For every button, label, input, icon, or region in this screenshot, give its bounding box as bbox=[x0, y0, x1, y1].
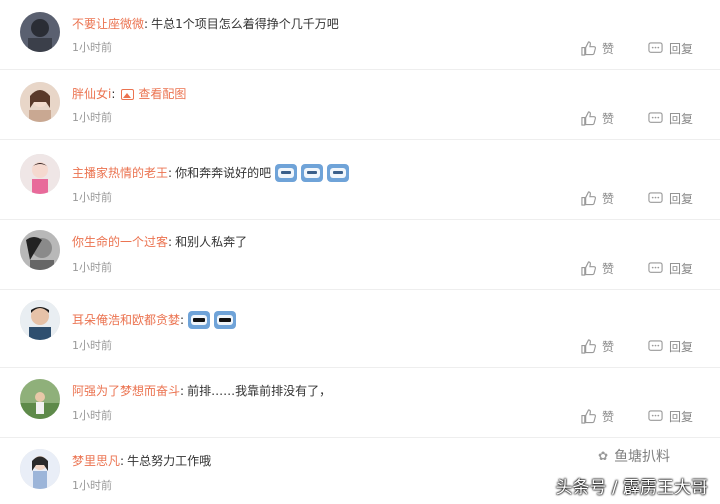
comment-item: 主播家热情的老王 : 你和奔奔说好的吧 1小时前 赞 回复 bbox=[0, 140, 720, 220]
view-image-link[interactable]: 查看配图 bbox=[121, 85, 186, 103]
like-button[interactable]: 赞 bbox=[581, 190, 614, 206]
separator: : bbox=[120, 454, 125, 468]
comment-icon bbox=[648, 261, 663, 273]
reply-button[interactable]: 回复 bbox=[648, 260, 693, 276]
reply-label: 回复 bbox=[669, 261, 694, 276]
comment-item: 不要让座微微 : 牛总1个项目怎么着得挣个几千万吧 1小时前 赞 回复 bbox=[0, 0, 720, 70]
timestamp: 1小时前 bbox=[72, 339, 112, 352]
username[interactable]: 耳朵俺浩和欧都贪婪 bbox=[72, 311, 180, 329]
watermark-caption: 头条号 / 霹雳王大哥 bbox=[555, 478, 708, 498]
comment-icon bbox=[648, 339, 663, 351]
watermark-logo-text: 鱼塘扒料 bbox=[614, 449, 671, 465]
timestamp: 1小时前 bbox=[72, 191, 112, 204]
reply-button[interactable]: 回复 bbox=[648, 408, 693, 424]
separator: : bbox=[144, 17, 149, 31]
comment-icon bbox=[648, 111, 663, 123]
avatar[interactable] bbox=[20, 230, 60, 270]
avatar[interactable] bbox=[20, 12, 60, 52]
like-button[interactable]: 赞 bbox=[581, 408, 614, 424]
reply-label: 回复 bbox=[669, 41, 694, 56]
view-image-label: 查看配图 bbox=[138, 87, 187, 101]
comment-text: 牛总1个项目怎么着得挣个几千万吧 bbox=[151, 17, 339, 31]
emoji-sticker bbox=[188, 311, 211, 329]
emoji-sticker bbox=[275, 164, 298, 182]
separator: : bbox=[111, 87, 116, 101]
like-label: 赞 bbox=[602, 191, 615, 206]
thumbs-up-icon bbox=[581, 408, 596, 424]
like-label: 赞 bbox=[602, 339, 615, 354]
thumbs-up-icon bbox=[581, 260, 596, 276]
comment-item: 胖仙女i : 查看配图 1小时前 赞 回复 bbox=[0, 70, 720, 140]
separator: : bbox=[180, 384, 185, 398]
separator: : bbox=[168, 235, 173, 249]
like-label: 赞 bbox=[602, 409, 615, 424]
comment-text: 和别人私奔了 bbox=[175, 235, 248, 249]
comment-icon bbox=[648, 41, 663, 53]
username[interactable]: 主播家热情的老王 bbox=[72, 164, 168, 182]
avatar[interactable] bbox=[20, 154, 60, 194]
comment-line: 梦里思凡 : 牛总努力工作哦 bbox=[72, 452, 211, 470]
watermark-logo: ✿ 鱼塘扒料 bbox=[598, 446, 670, 466]
reply-label: 回复 bbox=[669, 191, 694, 206]
like-button[interactable]: 赞 bbox=[581, 110, 614, 126]
comment-icon bbox=[648, 409, 663, 421]
username[interactable]: 梦里思凡 bbox=[72, 452, 120, 470]
reply-button[interactable]: 回复 bbox=[648, 190, 693, 206]
timestamp: 1小时前 bbox=[72, 111, 112, 124]
avatar[interactable] bbox=[20, 82, 60, 122]
like-label: 赞 bbox=[602, 111, 615, 126]
emoji-sticker bbox=[301, 164, 324, 182]
comment-item: 阿强为了梦想而奋斗 : 前排……我靠前排没有了， 1小时前 赞 回复 bbox=[0, 368, 720, 438]
comment-item: 你生命的一个过客 : 和别人私奔了 1小时前 赞 回复 bbox=[0, 220, 720, 290]
avatar[interactable] bbox=[20, 449, 60, 489]
thumbs-up-icon bbox=[581, 110, 596, 126]
username[interactable]: 胖仙女i bbox=[72, 85, 111, 103]
like-button[interactable]: 赞 bbox=[581, 40, 614, 56]
comment-line: 胖仙女i : 查看配图 bbox=[72, 85, 186, 103]
comment-item: 耳朵俺浩和欧都贪婪 : 1小时前 赞 回复 bbox=[0, 290, 720, 368]
timestamp: 1小时前 bbox=[72, 409, 112, 422]
comment-line: 主播家热情的老王 : 你和奔奔说好的吧 bbox=[72, 164, 350, 182]
separator: : bbox=[168, 166, 173, 180]
thumbs-up-icon bbox=[581, 190, 596, 206]
timestamp: 1小时前 bbox=[72, 41, 112, 54]
username[interactable]: 你生命的一个过客 bbox=[72, 233, 168, 251]
like-label: 赞 bbox=[602, 41, 615, 56]
avatar[interactable] bbox=[20, 300, 60, 340]
reply-button[interactable]: 回复 bbox=[648, 110, 693, 126]
username[interactable]: 不要让座微微 bbox=[72, 15, 144, 33]
emoji-sticker bbox=[214, 311, 237, 329]
timestamp: 1小时前 bbox=[72, 479, 112, 492]
username[interactable]: 阿强为了梦想而奋斗 bbox=[72, 382, 180, 400]
thumbs-up-icon bbox=[581, 40, 596, 56]
comment-text: 你和奔奔说好的吧 bbox=[175, 166, 272, 180]
like-button[interactable]: 赞 bbox=[581, 338, 614, 354]
thumbs-up-icon bbox=[581, 338, 596, 354]
reply-label: 回复 bbox=[669, 339, 694, 354]
like-button[interactable]: 赞 bbox=[581, 260, 614, 276]
comment-line: 你生命的一个过客 : 和别人私奔了 bbox=[72, 233, 247, 251]
comment-icon bbox=[648, 191, 663, 203]
reply-button[interactable]: 回复 bbox=[648, 40, 693, 56]
timestamp: 1小时前 bbox=[72, 261, 112, 274]
comment-text: 前排……我靠前排没有了， bbox=[187, 384, 332, 398]
separator: : bbox=[180, 313, 185, 327]
wechat-icon: ✿ bbox=[598, 449, 609, 463]
reply-label: 回复 bbox=[669, 409, 694, 424]
reply-label: 回复 bbox=[669, 111, 694, 126]
comment-line: 耳朵俺浩和欧都贪婪 : bbox=[72, 311, 237, 329]
comment-line: 不要让座微微 : 牛总1个项目怎么着得挣个几千万吧 bbox=[72, 15, 339, 33]
like-label: 赞 bbox=[602, 261, 615, 276]
comment-line: 阿强为了梦想而奋斗 : 前排……我靠前排没有了， bbox=[72, 382, 331, 400]
reply-button[interactable]: 回复 bbox=[648, 338, 693, 354]
image-icon bbox=[121, 88, 135, 100]
comment-text: 牛总努力工作哦 bbox=[127, 454, 212, 468]
avatar[interactable] bbox=[20, 379, 60, 419]
emoji-sticker bbox=[327, 164, 350, 182]
